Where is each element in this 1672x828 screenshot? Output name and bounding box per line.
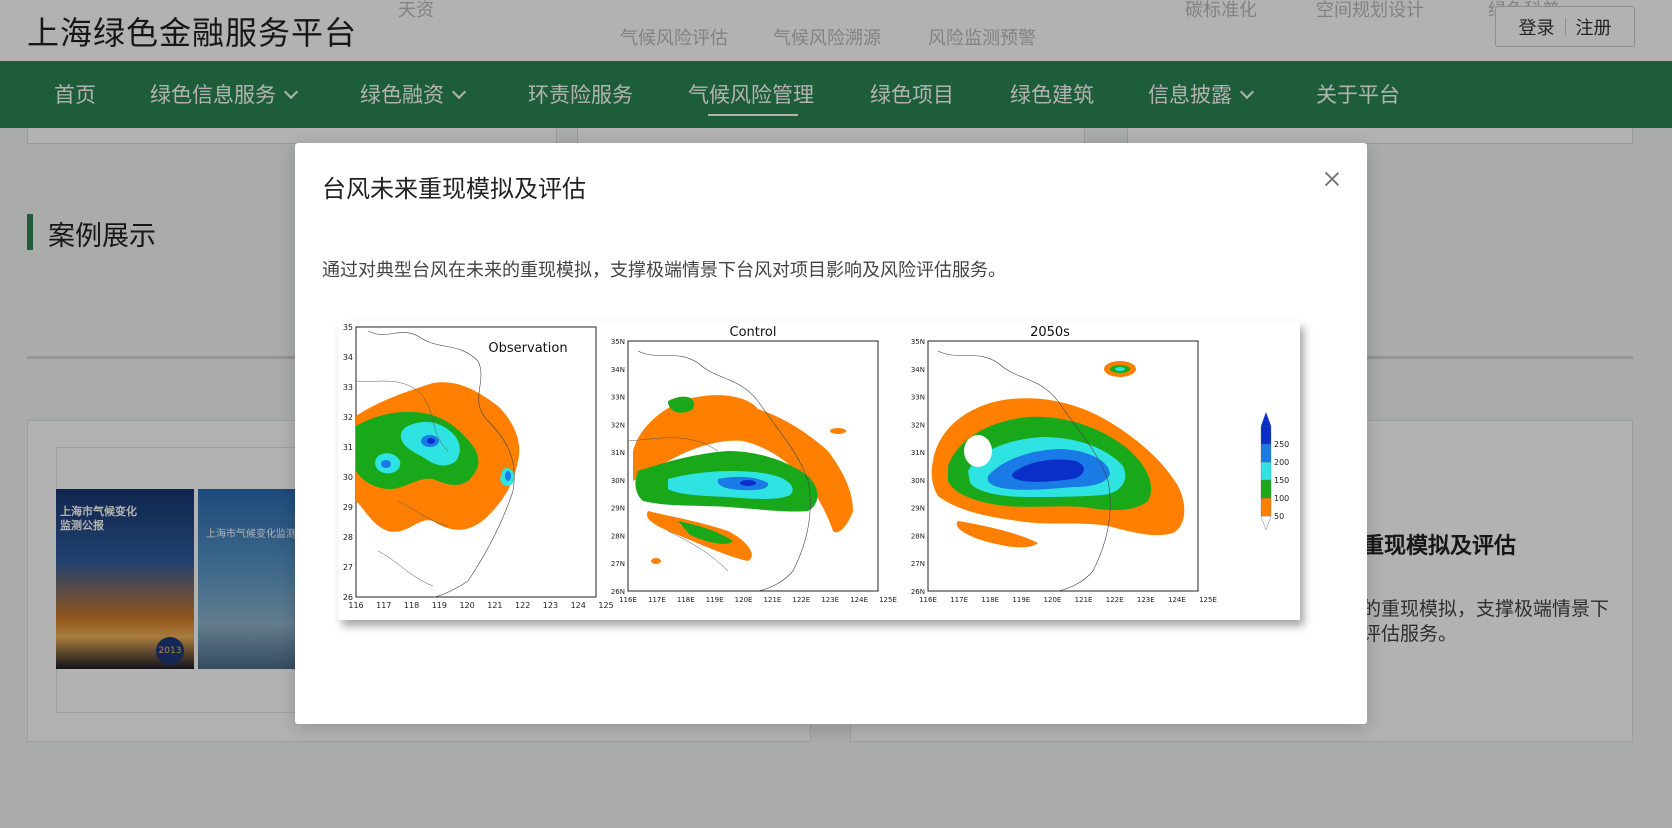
x-tick-label: 120 (459, 601, 474, 610)
y-tick-label: 31N (611, 449, 625, 457)
x-tick-label: 121E (1075, 596, 1093, 604)
rainfall-contour-250 (740, 480, 756, 486)
x-tick-label: 116E (919, 596, 937, 604)
legend-swatch (1260, 425, 1272, 445)
case-detail-modal: 台风未来重现模拟及评估 通过对典型台风在未来的重现模拟，支撑极端情景下台风对项目… (295, 143, 1367, 724)
x-tick-label: 118 (404, 601, 419, 610)
rainfall-contour-250 (427, 438, 435, 444)
x-tick-label: 117E (648, 596, 666, 604)
y-tick-label: 34N (611, 366, 625, 374)
legend-swatch (1260, 461, 1272, 481)
y-tick-label: 29 (343, 503, 353, 512)
x-tick-label: 117 (376, 601, 391, 610)
modal-description: 通过对典型台风在未来的重现模拟，支撑极端情景下台风对项目影响及风险评估服务。 (322, 260, 1006, 281)
x-tick-label: 121E (764, 596, 782, 604)
x-tick-label: 124 (571, 601, 586, 610)
x-tick-label: 120E (1044, 596, 1062, 604)
y-tick-label: 31N (911, 449, 925, 457)
y-tick-label: 29N (611, 505, 625, 513)
close-icon[interactable] (1320, 167, 1344, 191)
x-tick-label: 119E (1012, 596, 1030, 604)
y-tick-label: 35 (343, 323, 353, 332)
x-tick-label: 116E (619, 596, 637, 604)
y-tick-label: 26N (911, 588, 925, 596)
panel-title: Observation (488, 341, 567, 356)
legend-label: 150 (1274, 476, 1289, 485)
x-tick-label: 116 (348, 601, 363, 610)
legend-swatch (1260, 479, 1272, 499)
y-tick-label: 34N (911, 366, 925, 374)
y-tick-label: 32N (611, 421, 625, 429)
y-tick-label: 29N (911, 505, 925, 513)
x-tick-label: 118E (981, 596, 999, 604)
y-tick-label: 33N (911, 394, 925, 402)
x-tick-label: 124E (850, 596, 868, 604)
legend-label: 200 (1274, 458, 1289, 467)
y-tick-label: 27N (611, 560, 625, 568)
y-tick-label: 31 (343, 443, 353, 452)
panel-title: 2050s (1030, 325, 1070, 340)
y-tick-label: 35N (911, 338, 925, 346)
y-tick-label: 28N (911, 532, 925, 540)
y-tick-label: 32N (911, 421, 925, 429)
x-tick-label: 125E (1199, 596, 1217, 604)
x-tick-label: 122 (515, 601, 530, 610)
y-tick-label: 27 (343, 563, 353, 572)
legend-high-cap (1261, 412, 1271, 426)
legend-label: 50 (1274, 512, 1284, 521)
y-tick-label: 34 (343, 353, 353, 362)
x-tick-label: 122E (792, 596, 810, 604)
x-tick-label: 124E (1168, 596, 1186, 604)
x-tick-label: 119 (432, 601, 447, 610)
rainfall-contour-200 (381, 460, 391, 468)
legend-swatch (1260, 443, 1272, 463)
panel-title: Control (730, 325, 777, 340)
y-tick-label: 27N (911, 560, 925, 568)
x-tick-label: 123E (821, 596, 839, 604)
legend-label: 250 (1274, 440, 1289, 449)
y-tick-label: 33 (343, 383, 353, 392)
rainfall-gap (964, 435, 992, 467)
x-tick-label: 121 (487, 601, 502, 610)
y-tick-label: 28 (343, 533, 353, 542)
y-tick-label: 32 (343, 413, 353, 422)
typhoon-simulation-figure: Observation 116 117 118 119 120 121 122 123 124 12… (338, 321, 1300, 620)
rainfall-contour-50 (830, 428, 846, 434)
simulation-maps: Observation 116 117 118 119 120 121 122 123 124 12… (343, 323, 1289, 610)
modal-title: 台风未来重现模拟及评估 (322, 175, 586, 203)
legend-swatch (1260, 497, 1272, 517)
y-tick-label: 26N (611, 588, 625, 596)
y-tick-label: 33N (611, 394, 625, 402)
x-tick-label: 117E (950, 596, 968, 604)
x-tick-label: 119E (706, 596, 724, 604)
rainfall-contour-200 (505, 471, 511, 481)
x-tick-label: 125E (879, 596, 897, 604)
x-tick-label: 125 (598, 601, 613, 610)
y-tick-label: 28N (611, 532, 625, 540)
x-tick-label: 120E (735, 596, 753, 604)
x-tick-label: 123 (543, 601, 558, 610)
control-panel (627, 340, 879, 592)
rainfall-contour-50 (651, 558, 661, 564)
y-tick-label: 26 (343, 593, 353, 602)
legend-low-cap (1260, 515, 1272, 531)
observation-panel (355, 326, 597, 598)
y-tick-label: 35N (611, 338, 625, 346)
legend-label: 100 (1274, 494, 1289, 503)
future-2050s-panel (927, 340, 1199, 592)
y-tick-label: 30 (343, 473, 353, 482)
y-tick-label: 30N (911, 477, 925, 485)
x-tick-label: 123E (1137, 596, 1155, 604)
x-tick-label: 118E (677, 596, 695, 604)
x-tick-label: 122E (1106, 596, 1124, 604)
rainfall-contour-150 (1115, 367, 1125, 371)
y-tick-label: 30N (611, 477, 625, 485)
